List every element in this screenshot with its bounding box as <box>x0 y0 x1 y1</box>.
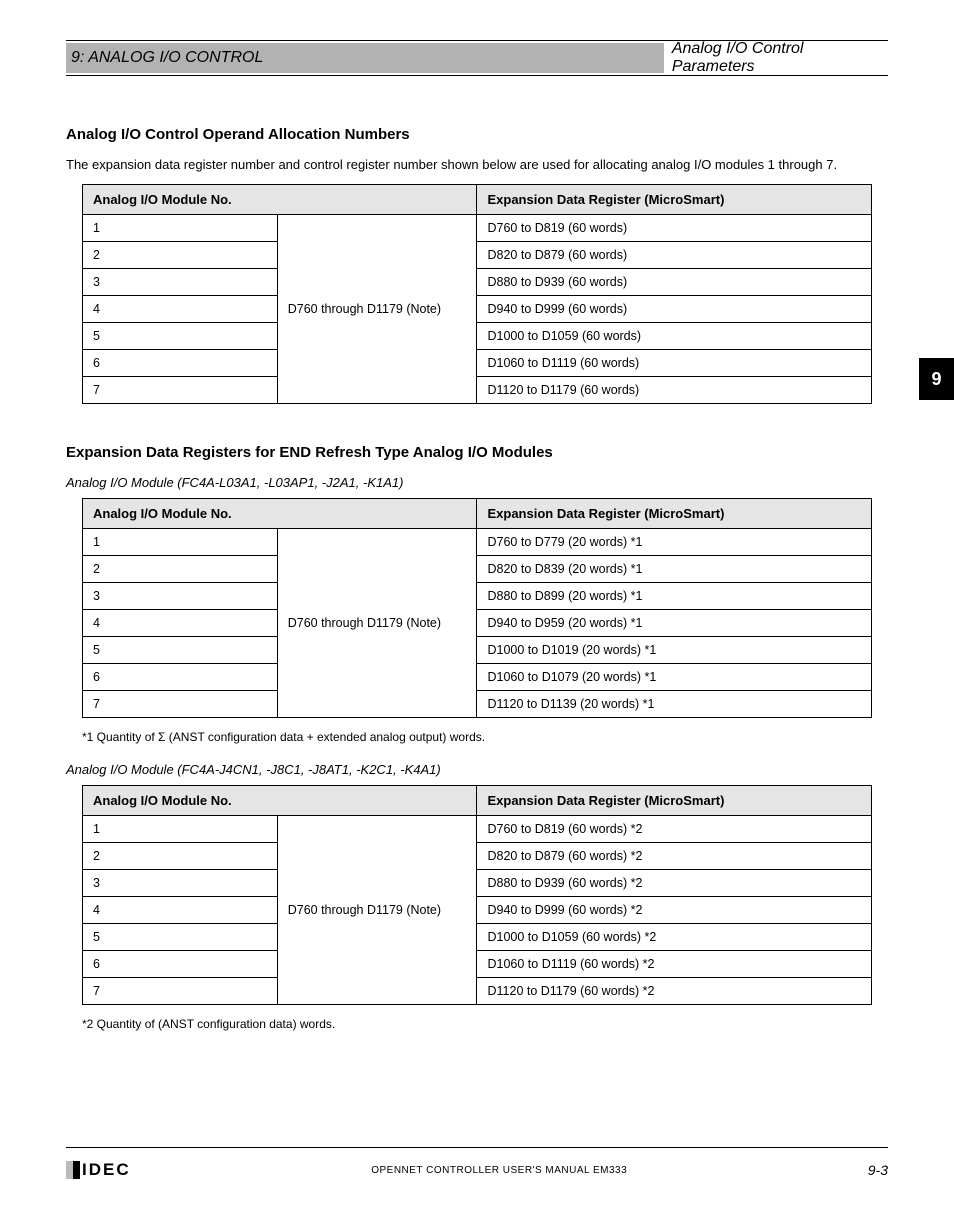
cell: D940 to D999 (60 words) *2 <box>477 897 872 924</box>
logo-mark-icon <box>66 1161 80 1179</box>
cell: 7 <box>83 377 278 404</box>
footnote-1: *1 Quantity of Σ (ANST configuration dat… <box>82 730 888 744</box>
cell: D1120 to D1139 (20 words) *1 <box>477 691 872 718</box>
cell: D760 to D819 (60 words) <box>477 215 872 242</box>
table-2: Analog I/O Module No. Expansion Data Reg… <box>82 498 872 718</box>
logo-text: IDEC <box>82 1160 131 1180</box>
cell: 7 <box>83 978 278 1005</box>
footer-rule <box>66 1147 888 1148</box>
cell: D1120 to D1179 (60 words) *2 <box>477 978 872 1005</box>
cell: 4 <box>83 296 278 323</box>
cell: D1060 to D1119 (60 words) <box>477 350 872 377</box>
table2-subtitle: Analog I/O Module (FC4A-L03A1, -L03AP1, … <box>66 475 888 490</box>
cell: 2 <box>83 242 278 269</box>
cell: 6 <box>83 350 278 377</box>
cell: 3 <box>83 870 278 897</box>
table-3: Analog I/O Module No. Expansion Data Reg… <box>82 785 872 1005</box>
cell: 4 <box>83 897 278 924</box>
footer: IDEC OPENNET CONTROLLER USER'S MANUAL EM… <box>66 1160 888 1180</box>
cell: D880 to D939 (60 words) <box>477 269 872 296</box>
page-content: 9: ANALOG I/O CONTROL Analog I/O Control… <box>0 0 954 1031</box>
cell: D1000 to D1059 (60 words) <box>477 323 872 350</box>
cell: D1060 to D1119 (60 words) *2 <box>477 951 872 978</box>
cell: 1 <box>83 215 278 242</box>
cell: D1000 to D1019 (20 words) *1 <box>477 637 872 664</box>
cell: 2 <box>83 556 278 583</box>
section-title: Analog I/O Control Operand Allocation Nu… <box>66 126 888 143</box>
cell: 5 <box>83 323 278 350</box>
col-header: Expansion Data Register (MicroSmart) <box>477 185 872 215</box>
cell: 6 <box>83 664 278 691</box>
cell: D1120 to D1179 (60 words) <box>477 377 872 404</box>
cell: 1 <box>83 816 278 843</box>
cell: D760 to D819 (60 words) *2 <box>477 816 872 843</box>
cell: 7 <box>83 691 278 718</box>
cell: 2 <box>83 843 278 870</box>
section-title-2: Expansion Data Registers for END Refresh… <box>66 444 888 461</box>
cell: D880 to D939 (60 words) *2 <box>477 870 872 897</box>
cell: 5 <box>83 924 278 951</box>
chapter-tab: 9 <box>919 358 954 400</box>
cell: D760 to D779 (20 words) *1 <box>477 529 872 556</box>
header-subtitle: Analog I/O Control Parameters <box>664 40 888 76</box>
cell: D880 to D899 (20 words) *1 <box>477 583 872 610</box>
cell: 6 <box>83 951 278 978</box>
cell: D820 to D879 (60 words) <box>477 242 872 269</box>
cell: D1060 to D1079 (20 words) *1 <box>477 664 872 691</box>
idec-logo: IDEC <box>66 1160 131 1180</box>
cell: D820 to D839 (20 words) *1 <box>477 556 872 583</box>
cell-merged: D760 through D1179 (Note) <box>277 529 477 718</box>
cell: 3 <box>83 269 278 296</box>
footer-center: OPENNET CONTROLLER USER'S MANUAL EM333 <box>371 1165 627 1176</box>
header-row: 9: ANALOG I/O CONTROL Analog I/O Control… <box>66 43 888 73</box>
cell-merged: D760 through D1179 (Note) <box>277 215 477 404</box>
col-header: Analog I/O Module No. <box>83 185 477 215</box>
cell: 3 <box>83 583 278 610</box>
col-header: Analog I/O Module No. <box>83 499 477 529</box>
section-description: The expansion data register number and c… <box>66 157 888 172</box>
page-number: 9-3 <box>868 1162 888 1178</box>
cell-merged: D760 through D1179 (Note) <box>277 816 477 1005</box>
table3-subtitle: Analog I/O Module (FC4A-J4CN1, -J8C1, -J… <box>66 762 888 777</box>
header-band: 9: ANALOG I/O CONTROL <box>66 43 664 73</box>
table-1: Analog I/O Module No. Expansion Data Reg… <box>82 184 872 404</box>
cell: D820 to D879 (60 words) *2 <box>477 843 872 870</box>
cell: 1 <box>83 529 278 556</box>
footnote-2: *2 Quantity of (ANST configuration data)… <box>82 1017 888 1031</box>
cell: D940 to D999 (60 words) <box>477 296 872 323</box>
cell: D940 to D959 (20 words) *1 <box>477 610 872 637</box>
col-header: Expansion Data Register (MicroSmart) <box>477 499 872 529</box>
cell: 5 <box>83 637 278 664</box>
cell: 4 <box>83 610 278 637</box>
cell: D1000 to D1059 (60 words) *2 <box>477 924 872 951</box>
col-header: Expansion Data Register (MicroSmart) <box>477 786 872 816</box>
col-header: Analog I/O Module No. <box>83 786 477 816</box>
